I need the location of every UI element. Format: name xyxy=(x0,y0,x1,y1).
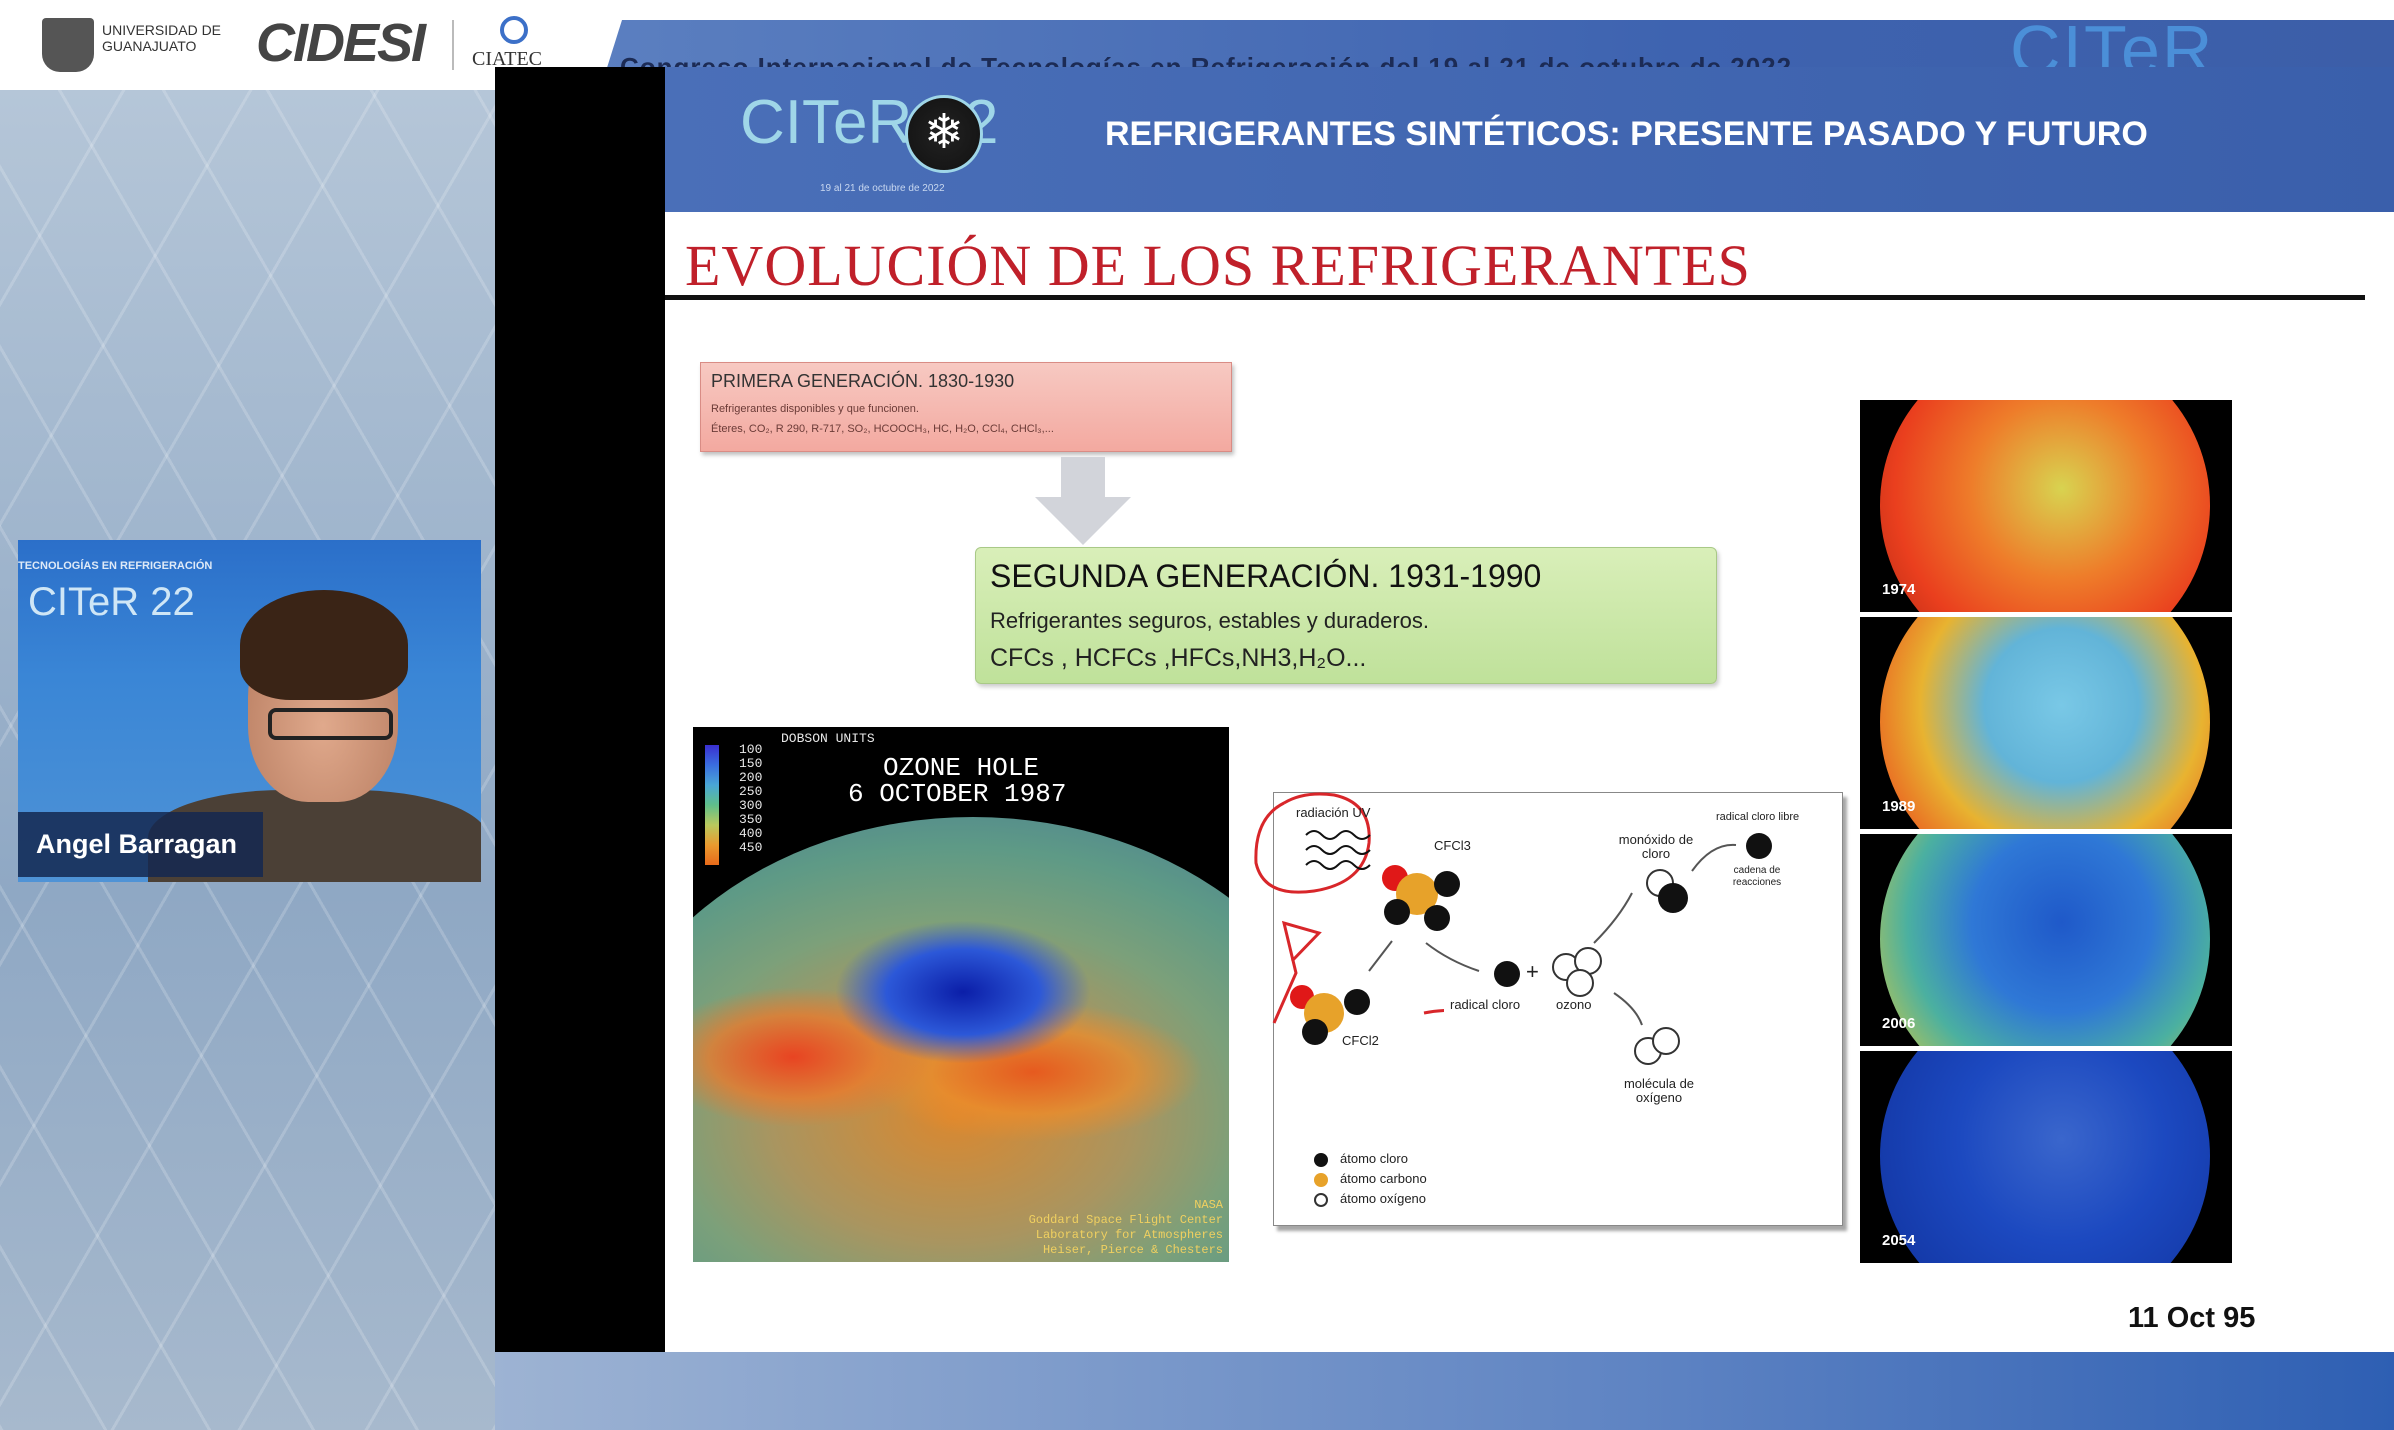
year-label: 1974 xyxy=(1882,581,1916,598)
scale-label: 300 xyxy=(739,798,763,813)
scale-label: 350 xyxy=(739,812,763,827)
ozone-map-credit: NASA Goddard Space Flight Center Laborat… xyxy=(1029,1198,1223,1258)
credit-line: Laboratory for Atmospheres xyxy=(1035,1228,1223,1242)
first-generation-text: Refrigerantes disponibles y que funcione… xyxy=(711,403,919,415)
ozone-hole-map: DOBSON UNITS 100 150 200 250 300 350 400… xyxy=(693,727,1229,1262)
globe-icon xyxy=(1880,617,2210,829)
scale-label: 200 xyxy=(739,770,763,785)
legend-carbon-swatch xyxy=(1314,1173,1328,1187)
slide-header-title: REFRIGERANTES SINTÉTICOS: PRESENTE PASAD… xyxy=(1105,115,2148,153)
ozone-depletion-diagram: radiación UV CFCl3 CFCl2 + radical cloro… xyxy=(1254,792,1843,1226)
slide-heading: EVOLUCIÓN DE LOS REFRIGERANTES xyxy=(685,233,1751,298)
down-arrow-icon xyxy=(1035,457,1131,545)
speaker-bg-logo: CITeR 22 xyxy=(28,580,195,624)
presentation-slide: CITeR 22 ❄ 19 al 21 de octubre de 2022 R… xyxy=(665,67,2394,1352)
first-generation-examples: Éteres, CO₂, R 290, R-717, SO₂, HCOOCH₃,… xyxy=(711,423,1054,435)
second-generation-title: SEGUNDA GENERACIÓN. 1931-1990 xyxy=(990,558,1542,594)
globe-icon xyxy=(1880,400,2210,612)
second-generation-text: Refrigerantes seguros, estables y durade… xyxy=(990,608,1430,633)
speaker-video-tile[interactable]: TECNOLOGÍAS EN REFRIGERACIÓN CITeR 22 An… xyxy=(18,540,481,882)
earth-image-1974: 1974 xyxy=(1860,400,2232,612)
speaker-hair xyxy=(240,590,408,700)
speaker-name-label: Angel Barragan xyxy=(18,812,263,877)
legend-chlorine-swatch xyxy=(1314,1153,1328,1167)
credit-line: NASA xyxy=(1194,1198,1223,1212)
scale-label: 150 xyxy=(739,756,763,771)
credit-line: Heiser, Pierce & Chesters xyxy=(1042,1243,1223,1257)
globe-icon xyxy=(1880,834,2210,1046)
year-label: 1989 xyxy=(1882,798,1916,815)
slide-header: CITeR 22 ❄ 19 al 21 de octubre de 2022 R… xyxy=(665,67,2394,212)
slide-logo: CITeR 22 xyxy=(740,88,999,157)
background-bottom-band xyxy=(495,1352,2394,1430)
dobson-units-label: DOBSON UNITS xyxy=(781,731,875,746)
first-generation-title: PRIMERA GENERACIÓN. 1830-1930 xyxy=(711,371,1015,391)
ug-logo-text: UNIVERSIDAD DE GUANAJUATO xyxy=(102,22,222,54)
legend-oxygen-swatch xyxy=(1314,1193,1328,1207)
globe-icon xyxy=(1880,1051,2210,1263)
year-label: 2006 xyxy=(1882,1015,1916,1032)
earth-image-2054: 2054 xyxy=(1860,1051,2232,1263)
ug-logo-icon xyxy=(42,18,94,72)
ozone-map-date: 6 OCTOBER 1987 xyxy=(848,779,1067,809)
second-generation-examples: CFCs , HCFCs ,HFCs,NH3,H₂O... xyxy=(990,644,1367,672)
scale-label: 450 xyxy=(739,840,763,855)
earth-image-1989: 1989 xyxy=(1860,617,2232,829)
speaker-bg-title: TECNOLOGÍAS EN REFRIGERACIÓN xyxy=(18,560,213,572)
earth-image-2006: 2006 xyxy=(1860,834,2232,1046)
dobson-color-scale xyxy=(705,745,719,865)
scale-label: 400 xyxy=(739,826,763,841)
scale-label: 250 xyxy=(739,784,763,799)
slide-date-label: 11 Oct 95 xyxy=(2128,1302,2256,1334)
logo-divider xyxy=(452,20,454,70)
heading-rule xyxy=(665,295,2365,300)
first-generation-box: PRIMERA GENERACIÓN. 1830-1930 Refrigeran… xyxy=(700,362,1232,452)
dobson-scale-labels: 100 150 200 250 300 350 400 450 xyxy=(739,743,779,855)
legend-carbon-label: átomo carbono xyxy=(1340,1171,1427,1186)
legend-chlorine-label: átomo cloro xyxy=(1340,1151,1408,1166)
ciatec-logo-icon xyxy=(500,16,528,44)
credit-line: Goddard Space Flight Center xyxy=(1028,1213,1223,1227)
snowflake-icon: ❄ xyxy=(905,95,983,173)
speaker-glasses xyxy=(268,708,393,740)
scale-label: 100 xyxy=(739,742,763,757)
slide-logo-subtitle: 19 al 21 de octubre de 2022 xyxy=(820,183,945,194)
year-label: 2054 xyxy=(1882,1232,1916,1249)
legend-oxygen-label: átomo oxígeno xyxy=(1340,1191,1427,1206)
second-generation-box: SEGUNDA GENERACIÓN. 1931-1990 Refrigeran… xyxy=(975,547,1717,684)
ozone-globe-image xyxy=(693,817,1229,1262)
cidesi-logo: CIDESI xyxy=(256,13,426,73)
